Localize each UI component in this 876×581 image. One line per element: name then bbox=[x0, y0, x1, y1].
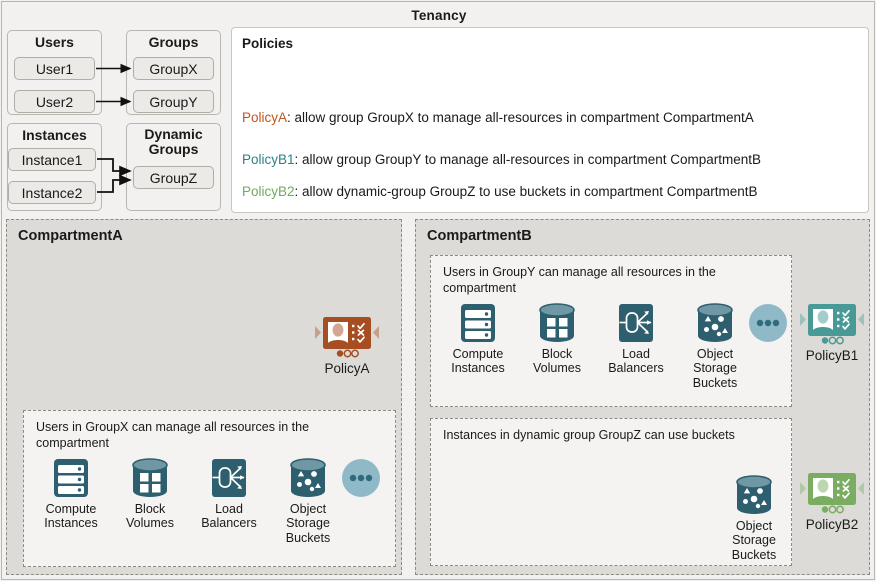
compartment-b-inner-panel-1: Users in GroupY can manage all resources… bbox=[430, 255, 792, 407]
res-line3: Buckets bbox=[692, 375, 738, 390]
policy-b1-badge-label: PolicyB1 bbox=[805, 348, 859, 363]
compartment-b: CompartmentB Users in GroupY can manage … bbox=[415, 219, 870, 575]
res-line1: Load bbox=[622, 347, 650, 361]
policy-badge-icon bbox=[311, 316, 383, 360]
resource-label: Object Storage Buckets bbox=[717, 519, 791, 562]
policy-a-badge[interactable]: PolicyA bbox=[309, 316, 385, 376]
resource-load-balancers-b[interactable]: Load Balancers bbox=[599, 302, 673, 376]
res-line3: Buckets bbox=[731, 547, 777, 562]
resource-compute-instances-b[interactable]: Compute Instances bbox=[441, 302, 515, 376]
block-volumes-icon bbox=[534, 302, 580, 344]
resource-block-volumes-a[interactable]: Block Volumes bbox=[113, 457, 187, 531]
res-line1: Compute bbox=[452, 347, 504, 361]
res-line2: Instances bbox=[451, 361, 505, 376]
res-line1: Block bbox=[134, 502, 166, 516]
resource-object-storage-b2[interactable]: Object Storage Buckets bbox=[717, 474, 791, 562]
compute-instances-icon bbox=[455, 302, 501, 344]
policy-b1-name: PolicyB1 bbox=[242, 152, 295, 167]
groupx-chip[interactable]: GroupX bbox=[133, 57, 214, 80]
res-line1: Block bbox=[541, 347, 573, 361]
policy-b2-statement: PolicyB2: allow dynamic-group GroupZ to … bbox=[242, 184, 757, 199]
object-storage-icon bbox=[731, 474, 777, 516]
tenancy-title: Tenancy bbox=[411, 8, 467, 23]
res-line2: Volumes bbox=[126, 516, 174, 531]
resource-label: Block Volumes bbox=[520, 347, 594, 376]
compartment-a: CompartmentA PolicyA Users in GroupX can… bbox=[6, 219, 402, 575]
compute-instances-icon bbox=[48, 457, 94, 499]
instances-panel-title: Instances bbox=[22, 127, 87, 143]
dynamic-groups-title-line1: Dynamic bbox=[144, 126, 203, 142]
instance2-chip[interactable]: Instance2 bbox=[8, 181, 96, 204]
policy-b2-name: PolicyB2 bbox=[242, 184, 295, 199]
object-storage-icon bbox=[692, 302, 738, 344]
more-dots-icon[interactable] bbox=[749, 304, 787, 342]
policy-b1-text: : allow group GroupY to manage all-resou… bbox=[294, 152, 761, 167]
resource-label: Compute Instances bbox=[441, 347, 515, 376]
res-line1: Object bbox=[735, 519, 773, 533]
resource-label: Load Balancers bbox=[599, 347, 673, 376]
res-line3: Buckets bbox=[285, 530, 331, 545]
policy-b2-text: : allow dynamic-group GroupZ to use buck… bbox=[294, 184, 758, 199]
res-line1: Load bbox=[215, 502, 243, 516]
resource-object-storage-b[interactable]: Object Storage Buckets bbox=[678, 302, 752, 390]
dynamic-groups-title-line2: Groups bbox=[148, 140, 199, 157]
policy-b1-badge[interactable]: PolicyB1 bbox=[794, 303, 870, 363]
policies-panel: Policies PolicyA: allow group GroupX to … bbox=[231, 27, 869, 213]
resource-label: Object Storage Buckets bbox=[678, 347, 752, 390]
user2-chip[interactable]: User2 bbox=[14, 90, 95, 113]
user1-chip[interactable]: User1 bbox=[14, 57, 95, 80]
compartment-b-caption-2: Instances in dynamic group GroupZ can us… bbox=[443, 428, 735, 442]
block-volumes-icon bbox=[127, 457, 173, 499]
compartment-b-inner-panel-2: Instances in dynamic group GroupZ can us… bbox=[430, 418, 792, 566]
policy-a-name: PolicyA bbox=[242, 110, 288, 125]
groupy-chip[interactable]: GroupY bbox=[133, 90, 214, 113]
policy-badge-icon bbox=[796, 472, 868, 516]
more-dots-icon[interactable] bbox=[342, 459, 380, 497]
res-line1: Object bbox=[289, 502, 327, 516]
compartment-b-title: CompartmentB bbox=[427, 228, 532, 244]
load-balancers-icon bbox=[613, 302, 659, 344]
resource-label: Compute Instances bbox=[34, 502, 108, 531]
instance1-chip[interactable]: Instance1 bbox=[8, 148, 96, 171]
load-balancers-icon bbox=[206, 457, 252, 499]
res-line2: Storage bbox=[693, 361, 737, 376]
compartment-a-inner-panel: Users in GroupX can manage all resources… bbox=[23, 410, 396, 567]
resource-block-volumes-b[interactable]: Block Volumes bbox=[520, 302, 594, 376]
policy-a-badge-label: PolicyA bbox=[324, 361, 370, 376]
resource-label: Object Storage Buckets bbox=[271, 502, 345, 545]
groupz-chip[interactable]: GroupZ bbox=[133, 166, 214, 189]
policy-b1-statement: PolicyB1: allow group GroupY to manage a… bbox=[242, 152, 761, 167]
resource-compute-instances-a[interactable]: Compute Instances bbox=[34, 457, 108, 531]
res-line2: Balancers bbox=[201, 516, 257, 531]
res-line2: Storage bbox=[732, 533, 776, 548]
resource-label: Load Balancers bbox=[192, 502, 266, 531]
res-line2: Instances bbox=[44, 516, 98, 531]
users-panel-title: Users bbox=[35, 34, 74, 50]
res-line1: Compute bbox=[45, 502, 97, 516]
object-storage-icon bbox=[285, 457, 331, 499]
res-line2: Volumes bbox=[533, 361, 581, 376]
policy-badge-icon bbox=[796, 303, 868, 347]
resource-load-balancers-a[interactable]: Load Balancers bbox=[192, 457, 266, 531]
compartment-a-caption: Users in GroupX can manage all resources… bbox=[36, 420, 310, 450]
resource-object-storage-a[interactable]: Object Storage Buckets bbox=[271, 457, 345, 545]
policy-b2-badge[interactable]: PolicyB2 bbox=[794, 472, 870, 532]
res-line1: Object bbox=[696, 347, 734, 361]
policy-a-statement: PolicyA: allow group GroupX to manage al… bbox=[242, 110, 754, 125]
res-line2: Storage bbox=[286, 516, 330, 531]
policy-a-text: : allow group GroupX to manage all-resou… bbox=[287, 110, 754, 125]
policies-title: Policies bbox=[242, 36, 294, 51]
compartment-b-caption-1: Users in GroupY can manage all resources… bbox=[443, 265, 716, 295]
compartment-a-title: CompartmentA bbox=[18, 228, 123, 244]
groups-panel-title: Groups bbox=[148, 34, 199, 50]
policy-b2-badge-label: PolicyB2 bbox=[805, 517, 859, 532]
resource-label: Block Volumes bbox=[113, 502, 187, 531]
res-line2: Balancers bbox=[608, 361, 664, 376]
dynamic-groups-panel-title: Dynamic Groups bbox=[127, 124, 220, 156]
